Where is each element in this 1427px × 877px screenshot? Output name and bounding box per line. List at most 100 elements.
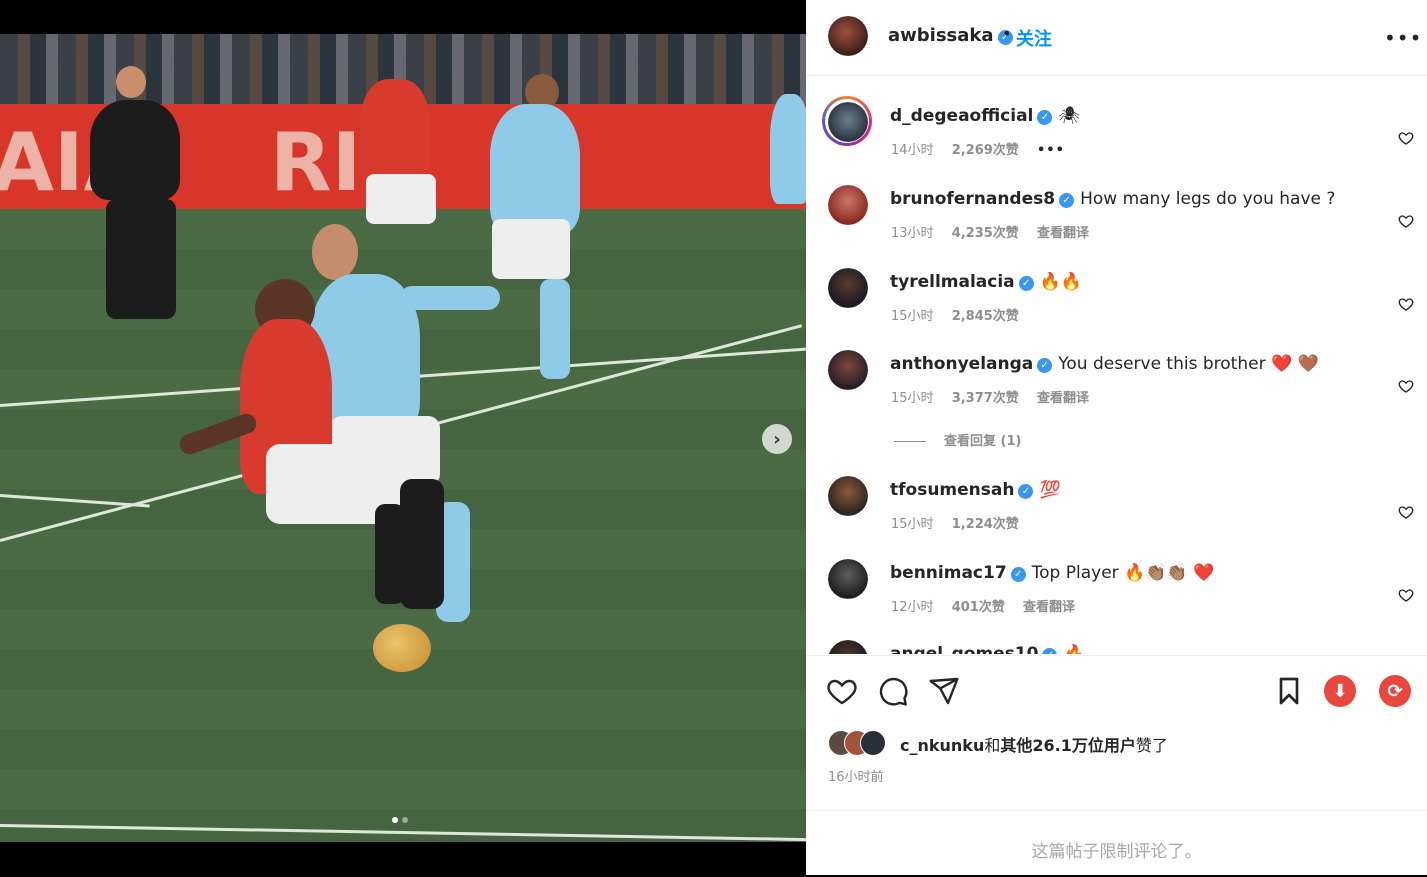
verified-badge-icon: ✓: [1018, 276, 1034, 291]
football: [373, 624, 431, 672]
author-avatar[interactable]: [828, 16, 868, 56]
verified-badge-icon: ✓: [1018, 484, 1034, 499]
referee: [90, 100, 180, 200]
commenter-avatar[interactable]: [828, 476, 868, 516]
verified-badge-icon: ✓: [1059, 193, 1075, 208]
avatar: [860, 730, 886, 756]
liked-by-username[interactable]: c_nkunku: [900, 736, 984, 755]
comment-likes[interactable]: 4,235次赞: [952, 226, 1019, 241]
foden-arm: [400, 286, 500, 310]
commenter-username[interactable]: anthonyelanga: [890, 354, 1033, 374]
send-icon[interactable]: [928, 675, 960, 707]
commenter-avatar[interactable]: [828, 559, 868, 599]
post-media: AIA RI ›: [0, 0, 806, 875]
likes-connector: 和: [984, 736, 1001, 755]
comment-likes[interactable]: 3,377次赞: [952, 391, 1019, 406]
post-actions: ⬇ ⟳ c_nkunku和其他26.1万位用户赞了 16小时前 这篇帖子限制评论…: [806, 655, 1427, 876]
view-replies-link[interactable]: 查看回复 (1): [894, 430, 1021, 449]
heart-icon[interactable]: [1398, 130, 1414, 146]
blue-player-edge: [770, 94, 806, 204]
verified-badge-icon: ✓: [1010, 567, 1026, 582]
heart-icon[interactable]: [1398, 587, 1414, 603]
post-header: awbissaka ✓ • 关注 •••: [806, 0, 1427, 76]
comment-text: Top Player 🔥👏🏽👏🏽 ❤️: [1031, 563, 1215, 583]
likes-others-count[interactable]: 其他26.1万位用户: [1000, 736, 1135, 755]
separator-dot: •: [1002, 24, 1012, 43]
wan-bissaka-leg: [400, 479, 444, 609]
comments-limited-text: 这篇帖子限制评论了。: [1031, 842, 1202, 862]
comment-more-icon[interactable]: •••: [1037, 143, 1065, 158]
comment-item: brunofernandes8 ✓ How many legs do you hav…: [806, 175, 1427, 247]
blue-player-background: [490, 104, 580, 234]
heart-icon[interactable]: [826, 675, 858, 707]
view-replies-text[interactable]: 查看回复 (1): [944, 434, 1021, 449]
comment-line: angel_gomes10 ✓ 🔥: [890, 644, 1085, 654]
replies-divider: [894, 441, 926, 442]
refresh-icon[interactable]: ⟳: [1379, 675, 1411, 707]
comment-text: 🔥: [1063, 644, 1085, 654]
comment-likes[interactable]: 401次赞: [952, 600, 1005, 615]
comment-meta: 13小时 4,235次赞 查看翻译: [891, 222, 1103, 241]
comment-list[interactable]: d_degeaofficial ✓ 🕷 14小时 2,269次赞 ••• bruno…: [806, 76, 1427, 654]
commenter-username[interactable]: angel_gomes10: [890, 644, 1038, 654]
liked-by-avatars[interactable]: [828, 730, 898, 756]
see-translation-link[interactable]: 查看翻译: [1037, 226, 1089, 241]
commenter-username[interactable]: d_degeaofficial: [890, 106, 1033, 126]
author-username[interactable]: awbissaka ✓: [888, 25, 1013, 46]
commenter-username[interactable]: brunofernandes8: [890, 189, 1055, 209]
comment-text: 💯: [1039, 480, 1061, 500]
comment-time: 12小时: [891, 600, 934, 615]
author-username-text[interactable]: awbissaka: [888, 25, 994, 46]
see-translation-link[interactable]: 查看翻译: [1023, 600, 1075, 615]
red-player-background: [360, 79, 430, 189]
comment-meta: 14小时 2,269次赞 •••: [891, 139, 1079, 158]
verified-badge-icon: ✓: [1037, 358, 1053, 373]
carousel-dot-active: [392, 817, 398, 823]
post-photo[interactable]: AIA RI: [0, 34, 806, 842]
heart-icon[interactable]: [1398, 296, 1414, 312]
comment-likes[interactable]: 2,845次赞: [952, 309, 1019, 324]
heart-icon[interactable]: [1398, 378, 1414, 394]
commenter-avatar[interactable]: [828, 185, 868, 225]
bookmark-icon[interactable]: [1273, 675, 1305, 707]
commenter-username[interactable]: tyrellmalacia: [890, 272, 1015, 292]
likes-summary: c_nkunku和其他26.1万位用户赞了: [900, 732, 1168, 756]
commenter-avatar[interactable]: [828, 640, 868, 654]
commenter-username[interactable]: tfosumensah: [890, 480, 1014, 500]
comment-item: bennimac17 ✓ Top Player 🔥👏🏽👏🏽 ❤️ 12小时 401次…: [806, 549, 1427, 621]
comment-text: You deserve this brother ❤️ 🤎: [1058, 354, 1319, 374]
see-translation-link[interactable]: 查看翻译: [1037, 391, 1089, 406]
comment-text: How many legs do you have ?: [1080, 189, 1336, 209]
comment-line: brunofernandes8 ✓ How many legs do you hav…: [890, 189, 1335, 209]
carousel-next-button[interactable]: ›: [762, 424, 792, 454]
comment-item: angel_gomes10 ✓ 🔥: [806, 630, 1427, 654]
heart-icon[interactable]: [1398, 504, 1414, 520]
verified-badge-icon: ✓: [1037, 110, 1053, 125]
blue-player-leg: [540, 279, 570, 379]
heart-icon[interactable]: [1398, 213, 1414, 229]
comment-line: anthonyelanga ✓ You deserve this brother ❤…: [890, 354, 1319, 374]
commenter-avatar[interactable]: [828, 350, 868, 390]
comment-line: tfosumensah ✓ 💯: [890, 480, 1061, 500]
comment-likes[interactable]: 1,224次赞: [952, 517, 1019, 532]
download-icon[interactable]: ⬇: [1324, 675, 1356, 707]
blue-player-shorts: [492, 219, 570, 279]
more-horizontal-icon[interactable]: •••: [1384, 26, 1422, 50]
comment-icon[interactable]: [877, 675, 909, 707]
red-player-shorts: [366, 174, 436, 224]
hoarding-letters-right: RI: [270, 116, 362, 209]
carousel-indicator: [392, 817, 408, 823]
comment-meta: 15小时 3,377次赞 查看翻译: [891, 387, 1103, 406]
follow-button[interactable]: 关注: [1016, 25, 1052, 51]
commenter-avatar[interactable]: [828, 268, 868, 308]
comment-time: 15小时: [891, 391, 934, 406]
commenter-avatar[interactable]: [828, 102, 868, 142]
commenter-username[interactable]: bennimac17: [890, 563, 1007, 583]
comment-text: 🔥🔥: [1039, 272, 1082, 292]
chevron-right-icon: ›: [773, 428, 781, 450]
comment-time: 15小时: [891, 309, 934, 324]
carousel-dot: [402, 817, 408, 823]
post-timestamp[interactable]: 16小时前: [828, 766, 884, 785]
comment-likes[interactable]: 2,269次赞: [952, 143, 1019, 158]
likes-suffix: 赞了: [1135, 736, 1168, 755]
